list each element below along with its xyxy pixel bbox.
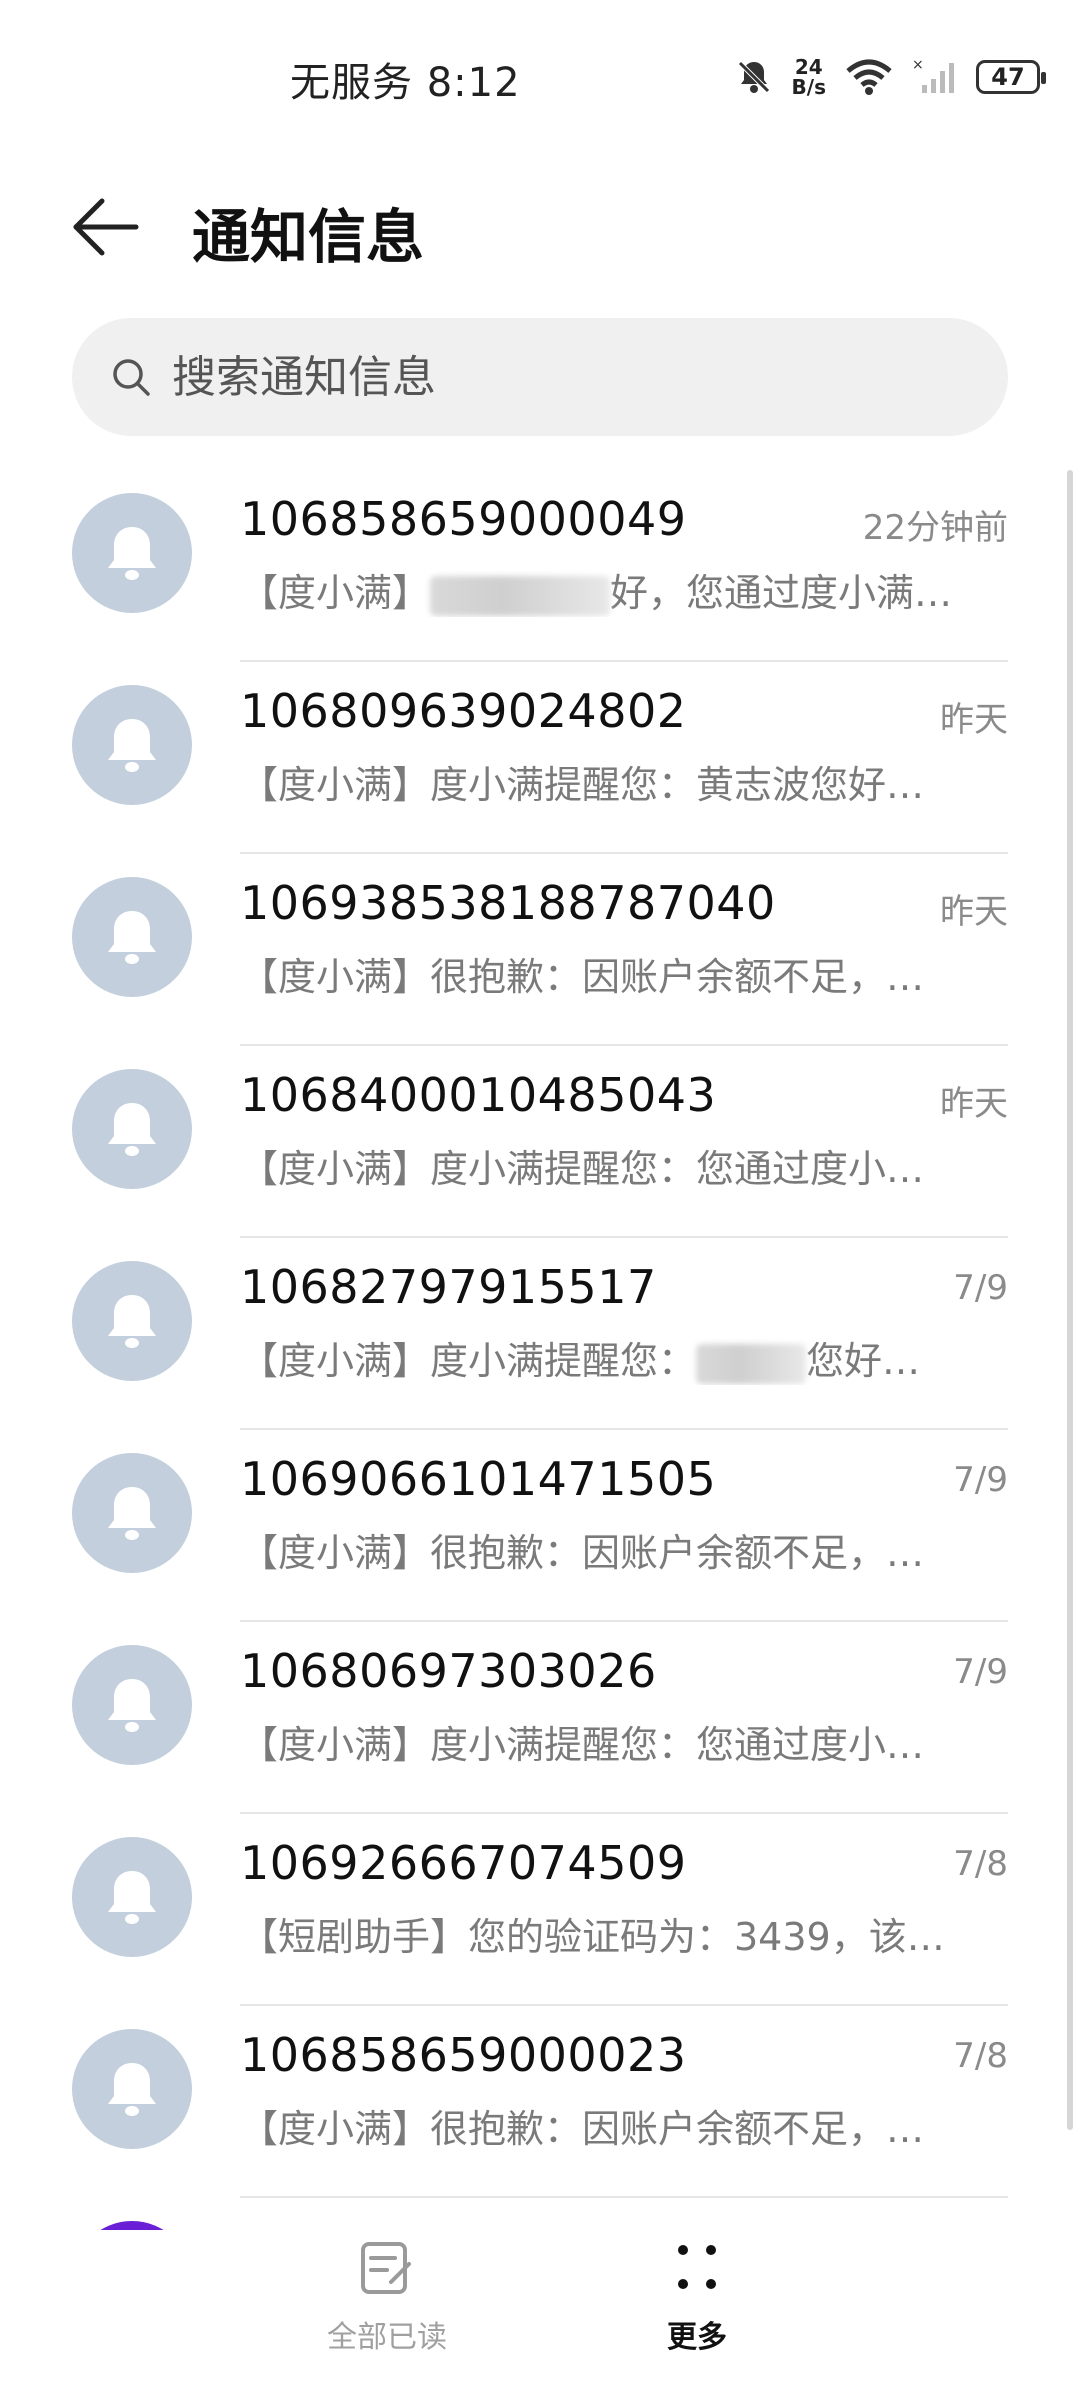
preview-suffix: 您好…	[806, 1339, 921, 1383]
redacted-text	[430, 575, 611, 616]
message-row[interactable]: 1068400010485043 昨天 【度小满】度小满提醒您：您通过度小…	[0, 1046, 1080, 1238]
redacted-text	[696, 1343, 807, 1384]
message-sender: 106858659000023	[240, 2028, 687, 2082]
avatar	[72, 1837, 192, 1957]
mark-all-read-button[interactable]: 全部已读	[287, 2238, 487, 2368]
bell-icon	[108, 1487, 156, 1540]
message-sender: 1069066101471505	[240, 1452, 717, 1506]
more-icon	[678, 2245, 716, 2289]
net-speed-unit: B/s	[791, 75, 826, 99]
avatar	[72, 2029, 192, 2149]
bottom-toolbar: 全部已读 更多	[0, 2230, 1080, 2400]
message-row[interactable]: 10680697303026 7/9 【度小满】度小满提醒您：您通过度小…	[0, 1622, 1080, 1814]
message-time: 昨天	[940, 700, 1008, 740]
scrollbar[interactable]	[1067, 470, 1073, 2130]
message-time: 7/8	[953, 2036, 1008, 2076]
message-preview: 【度小满】度小满提醒您：黄志波您好…	[240, 763, 925, 807]
back-button[interactable]	[60, 182, 150, 272]
message-sender: 1068400010485043	[240, 1068, 717, 1122]
mark-read-icon	[361, 2242, 411, 2294]
avatar	[72, 493, 192, 613]
avatar	[72, 1645, 192, 1765]
message-preview: 【度小满】很抱歉：因账户余额不足，…	[240, 1531, 925, 1575]
app-header: 通知信息	[0, 160, 1080, 290]
bell-icon	[108, 911, 156, 964]
svg-text:×: ×	[912, 57, 924, 73]
message-sender: 106926667074509	[240, 1836, 687, 1890]
more-button[interactable]: 更多	[597, 2238, 797, 2368]
message-time: 昨天	[940, 1084, 1008, 1124]
search-box[interactable]	[72, 318, 1008, 436]
bell-icon	[108, 719, 156, 772]
back-arrow-icon	[73, 198, 139, 256]
message-sender: 106809639024802	[240, 684, 687, 738]
bell-icon	[108, 1679, 156, 1732]
preview-prefix: 【度小满】度小满提醒您：	[240, 1339, 697, 1383]
message-row[interactable]: 106926667074509 7/8 【短剧助手】您的验证码为：3439，该…	[0, 1814, 1080, 2006]
message-row[interactable]: 106858659000023 7/8 【度小满】很抱歉：因账户余额不足，…	[0, 2006, 1080, 2198]
message-preview: 【度小满】很抱歉：因账户余额不足，…	[240, 955, 925, 999]
preview-prefix: 【度小满】	[240, 571, 431, 615]
message-preview: 【短剧助手】您的验证码为：3439，该…	[240, 1915, 945, 1959]
message-sender: 10680697303026	[240, 1644, 657, 1698]
status-carrier-time: 无服务 8:12	[290, 60, 521, 106]
page-title: 通知信息	[192, 203, 425, 271]
message-time: 7/9	[953, 1460, 1008, 1500]
message-preview: 【度小满】 好，您通过度小满…	[240, 562, 980, 617]
search-icon	[110, 356, 152, 398]
avatar	[72, 1069, 192, 1189]
message-preview: 【度小满】度小满提醒您： 您好…	[240, 1330, 980, 1385]
message-time: 7/9	[953, 1652, 1008, 1692]
avatar	[72, 2221, 192, 2230]
avatar	[72, 1453, 192, 1573]
bell-icon	[108, 2063, 156, 2116]
message-preview: 【度小满】度小满提醒您：您通过度小…	[240, 1147, 925, 1191]
bell-icon	[108, 527, 156, 580]
signal-icon: ×	[912, 57, 958, 97]
message-time: 7/8	[953, 1844, 1008, 1884]
status-bar: 无服务 8:12 24 B/s × 47	[0, 0, 1080, 150]
message-time: 22分钟前	[862, 508, 1008, 548]
net-speed-value: 24	[794, 55, 823, 79]
message-time: 7/9	[953, 1268, 1008, 1308]
message-row[interactable]: 10693853818878704​0 昨天 【度小满】很抱歉：因账户余额不足，…	[0, 854, 1080, 1046]
message-sender: 10682797915517	[240, 1260, 657, 1314]
more-label: 更多	[667, 2320, 727, 2355]
search-input[interactable]	[170, 350, 934, 404]
net-speed: 24 B/s	[792, 57, 826, 97]
battery-icon: 47	[976, 60, 1046, 94]
message-sender: 10693853818878704​0	[240, 876, 776, 930]
bell-icon	[108, 1103, 156, 1156]
message-preview: 【度小满】度小满提醒您：您通过度小…	[240, 1723, 925, 1767]
message-preview: 【度小满】很抱歉：因账户余额不足，…	[240, 2107, 925, 2151]
wifi-icon	[844, 57, 894, 97]
avatar	[72, 1261, 192, 1381]
message-row[interactable]: 106809639024802 昨天 【度小满】度小满提醒您：黄志波您好…	[0, 662, 1080, 854]
message-list: 106858659000049 22分钟前 【度小满】 好，您通过度小满… 106…	[0, 470, 1080, 2230]
bell-icon	[108, 1871, 156, 1924]
message-time: 昨天	[940, 892, 1008, 932]
message-row[interactable]: 106858659000049 22分钟前 【度小满】 好，您通过度小满…	[0, 470, 1080, 662]
preview-suffix: 好，您通过度小满…	[610, 571, 953, 615]
mark-all-read-label: 全部已读	[327, 2320, 447, 2355]
message-sender: 106858659000049	[240, 492, 687, 546]
mute-bell-icon	[734, 57, 774, 97]
message-row[interactable]: 1069066101471505 7/9 【度小满】很抱歉：因账户余额不足，…	[0, 1430, 1080, 1622]
avatar	[72, 685, 192, 805]
status-icons: 24 B/s × 47	[734, 52, 1046, 102]
message-row[interactable]: 黄小满打车	[0, 2198, 1080, 2230]
avatar	[72, 877, 192, 997]
message-sender: 黄小满打车	[240, 2220, 473, 2230]
bell-icon	[108, 1295, 156, 1348]
message-row[interactable]: 10682797915517 7/9 【度小满】度小满提醒您： 您好…	[0, 1238, 1080, 1430]
